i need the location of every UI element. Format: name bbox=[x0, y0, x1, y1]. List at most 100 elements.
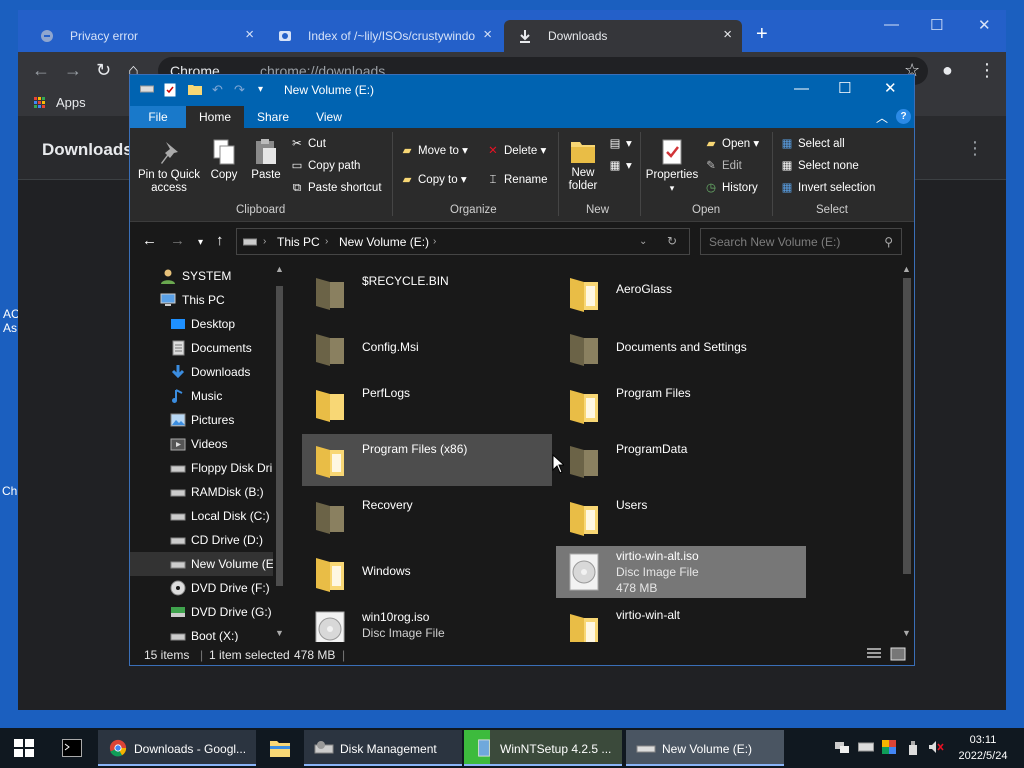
scroll-down-icon[interactable]: ▼ bbox=[275, 628, 284, 638]
menu-icon[interactable]: ⋮ bbox=[978, 60, 996, 80]
copy-button[interactable]: Copy bbox=[206, 138, 242, 182]
tab-index[interactable]: Index of /~lily/ISOs/crustywindo × bbox=[264, 20, 502, 52]
close-icon[interactable]: × bbox=[723, 27, 732, 43]
redo-icon[interactable]: ↷ bbox=[234, 83, 245, 97]
desktop-icon-label[interactable]: Ch bbox=[2, 484, 17, 498]
colorful-app-icon[interactable] bbox=[882, 740, 896, 757]
nav-item-dvd-drive-g[interactable]: DVD Drive (G:) bbox=[130, 600, 273, 624]
nav-item-cd-drive-d[interactable]: CD Drive (D:) bbox=[130, 528, 273, 552]
file-tile[interactable]: Config.Msi bbox=[302, 322, 552, 374]
apps-shortcut[interactable]: Apps bbox=[56, 95, 86, 110]
pin-to-quick-access-button[interactable]: Pin to Quick access bbox=[136, 140, 202, 195]
tab-home[interactable]: Home bbox=[186, 106, 244, 128]
minimize-icon[interactable]: — bbox=[794, 80, 809, 98]
easy-access-button[interactable]: ▦ ▾ bbox=[608, 159, 632, 173]
windows-start-icon[interactable] bbox=[14, 739, 34, 757]
address-bar[interactable]: › This PC › New Volume (E:) › ⌄ ↻ bbox=[236, 228, 690, 255]
back-icon[interactable]: ← bbox=[32, 60, 50, 80]
back-icon[interactable]: ← bbox=[142, 233, 157, 249]
scroll-up-icon[interactable]: ▲ bbox=[902, 264, 911, 274]
network-icon[interactable] bbox=[834, 740, 850, 757]
select-all-button[interactable]: ▦ Select all bbox=[780, 137, 845, 151]
properties-button[interactable]: Properties ▾ bbox=[644, 138, 700, 195]
chevron-right-icon[interactable]: › bbox=[325, 236, 328, 247]
select-none-button[interactable]: ▦ Select none bbox=[780, 159, 859, 173]
file-tile[interactable]: Program Files (x86) bbox=[302, 434, 552, 486]
file-tile[interactable]: $RECYCLE.BIN bbox=[302, 266, 552, 318]
forward-icon[interactable]: → bbox=[64, 60, 82, 80]
file-tile[interactable]: Program Files bbox=[556, 378, 806, 430]
taskbar-file-explorer[interactable] bbox=[258, 730, 302, 766]
refresh-icon[interactable]: ↻ bbox=[667, 234, 677, 248]
properties-icon[interactable] bbox=[164, 83, 176, 100]
tab-file[interactable]: File bbox=[130, 106, 186, 128]
search-box[interactable]: Search New Volume (E:) ⚲ bbox=[700, 228, 902, 255]
nav-item-documents[interactable]: Documents bbox=[130, 336, 273, 360]
file-tile[interactable]: Users bbox=[556, 490, 806, 542]
nav-scrollbar[interactable]: ▲ ▼ bbox=[273, 262, 286, 642]
close-icon[interactable]: ✕ bbox=[978, 16, 991, 34]
invert-selection-button[interactable]: ▦ Invert selection bbox=[780, 181, 876, 195]
chevron-down-icon[interactable]: ▾ bbox=[258, 83, 263, 97]
usb-icon[interactable] bbox=[908, 740, 918, 759]
new-folder-button[interactable]: New folder bbox=[562, 138, 604, 193]
collapse-ribbon-icon[interactable]: ︿ bbox=[876, 109, 888, 126]
file-tile[interactable]: Documents and Settings bbox=[556, 322, 806, 374]
large-icons-view-icon[interactable] bbox=[890, 647, 906, 664]
maximize-icon[interactable]: ☐ bbox=[930, 16, 943, 34]
rename-button[interactable]: ⌶ Rename bbox=[486, 173, 548, 187]
tab-share[interactable]: Share bbox=[246, 106, 300, 128]
file-tile[interactable]: Recovery bbox=[302, 490, 552, 542]
close-icon[interactable]: × bbox=[245, 27, 254, 43]
chevron-right-icon[interactable]: › bbox=[433, 236, 436, 247]
paste-button[interactable]: Paste bbox=[248, 138, 284, 182]
file-tile[interactable]: AeroGlass bbox=[556, 266, 806, 318]
keyboard-icon[interactable] bbox=[858, 740, 874, 757]
paste-shortcut-button[interactable]: ⧉ Paste shortcut bbox=[290, 181, 382, 195]
help-icon[interactable]: ? bbox=[896, 109, 911, 124]
nav-item-boot-x[interactable]: Boot (X:) bbox=[130, 624, 273, 642]
taskbar-disk-management[interactable]: Disk Management bbox=[304, 730, 462, 766]
nav-item-pictures[interactable]: Pictures bbox=[130, 408, 273, 432]
file-tile[interactable]: win10rog.iso Disc Image File bbox=[302, 602, 552, 642]
delete-button[interactable]: ✕ Delete ▾ bbox=[486, 144, 546, 158]
tab-privacy-error[interactable]: Privacy error × bbox=[26, 20, 264, 52]
scroll-thumb[interactable] bbox=[903, 278, 911, 574]
copy-path-button[interactable]: ▭ Copy path bbox=[290, 159, 361, 173]
apps-icon[interactable] bbox=[34, 97, 46, 109]
cut-button[interactable]: ✂ Cut bbox=[290, 137, 326, 151]
recent-locations-icon[interactable]: ▾ bbox=[198, 235, 203, 251]
nav-item-system[interactable]: SYSTEM bbox=[130, 264, 273, 288]
up-icon[interactable]: ↑ bbox=[216, 233, 224, 249]
history-button[interactable]: ◷ History bbox=[704, 181, 758, 195]
open-button[interactable]: ▰ Open ▾ bbox=[704, 137, 760, 151]
new-folder-icon[interactable] bbox=[188, 83, 202, 98]
new-tab-button[interactable]: + bbox=[756, 24, 768, 44]
volume-muted-icon[interactable] bbox=[928, 740, 944, 757]
file-tile[interactable]: ProgramData bbox=[556, 434, 806, 486]
nav-item-ramdisk[interactable]: RAMDisk (B:) bbox=[130, 480, 273, 504]
taskbar-new-volume[interactable]: New Volume (E:) bbox=[626, 730, 784, 766]
tab-view[interactable]: View bbox=[302, 106, 356, 128]
copy-to-button[interactable]: ▰ Copy to ▾ bbox=[400, 173, 467, 187]
file-tile-selected[interactable]: virtio-win-alt.iso Disc Image File 478 M… bbox=[556, 546, 806, 598]
edit-button[interactable]: ✎ Edit bbox=[704, 159, 742, 173]
taskbar-winntsetup[interactable]: WinNTSetup 4.2.5 ... bbox=[464, 730, 622, 766]
reload-icon[interactable]: ↻ bbox=[96, 60, 111, 80]
desktop-icon-label[interactable]: As bbox=[3, 321, 17, 335]
file-tile[interactable]: virtio-win-alt bbox=[556, 602, 806, 642]
chevron-down-icon[interactable]: ⌄ bbox=[639, 236, 647, 247]
close-icon[interactable]: × bbox=[483, 27, 492, 43]
new-item-button[interactable]: ▤ ▾ bbox=[608, 137, 632, 151]
breadcrumb-this-pc[interactable]: This PC bbox=[277, 235, 320, 249]
file-tile[interactable]: PerfLogs bbox=[302, 378, 552, 430]
profile-icon[interactable]: ● bbox=[942, 60, 953, 80]
taskbar-chrome[interactable]: Downloads - Googl... bbox=[98, 730, 256, 766]
maximize-icon[interactable]: ☐ bbox=[838, 80, 851, 98]
chevron-right-icon[interactable]: › bbox=[263, 236, 266, 247]
nav-item-local-disk-c[interactable]: Local Disk (C:) bbox=[130, 504, 273, 528]
forward-icon[interactable]: → bbox=[170, 233, 185, 249]
nav-item-downloads[interactable]: Downloads bbox=[130, 360, 273, 384]
scroll-up-icon[interactable]: ▲ bbox=[275, 264, 284, 274]
tab-downloads[interactable]: Downloads × bbox=[504, 20, 742, 52]
